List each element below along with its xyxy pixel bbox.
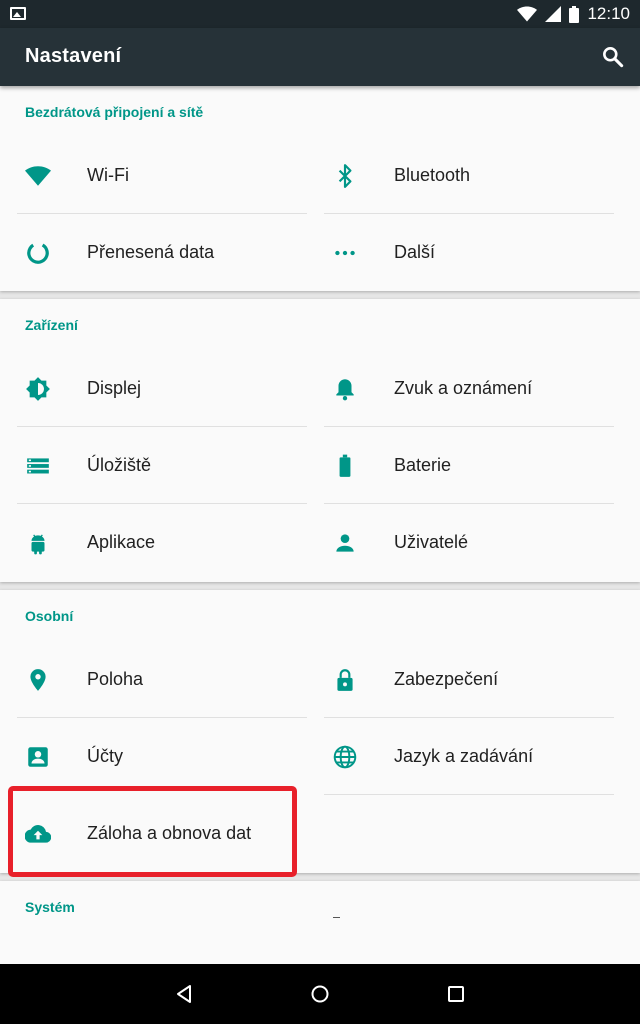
page-title: Nastavení	[25, 45, 122, 67]
tile-apps[interactable]: Aplikace	[17, 504, 307, 581]
tile-label: Jazyk a zadávání	[394, 746, 534, 766]
tile-more[interactable]: Další	[324, 214, 614, 291]
tile-bluetooth[interactable]: Bluetooth	[324, 137, 614, 214]
tile-storage[interactable]: Úložiště	[17, 427, 307, 504]
back-icon[interactable]	[172, 982, 196, 1006]
recents-icon[interactable]	[444, 982, 468, 1006]
wifi-signal-icon	[517, 6, 538, 22]
android-icon	[31, 534, 45, 555]
battery-status-icon	[569, 5, 580, 23]
section-system: Systém	[0, 881, 640, 964]
tile-label: Účty	[87, 746, 123, 766]
wifi-icon	[25, 166, 51, 186]
app-bar: Nastavení	[0, 28, 640, 86]
tile-label: Přenesená data	[87, 242, 215, 262]
tile-wifi[interactable]: Wi-Fi	[17, 137, 307, 214]
tile-label: Zvuk a oznámení	[394, 378, 533, 398]
search-icon[interactable]	[600, 44, 626, 70]
globe-icon	[333, 745, 357, 769]
image-notification-icon	[10, 7, 26, 20]
divider-mark	[333, 917, 340, 918]
section-wireless: Bezdrátová připojení a sítě Wi-Fi Blueto…	[0, 86, 640, 291]
home-icon[interactable]	[308, 982, 332, 1006]
divider	[324, 794, 614, 795]
lock-icon	[337, 669, 353, 691]
tile-language[interactable]: Jazyk a zadávání	[324, 718, 614, 795]
tile-location[interactable]: Poloha	[17, 641, 307, 718]
tile-label: Zabezpečení	[394, 669, 499, 689]
settings-list: Bezdrátová připojení a sítě Wi-Fi Blueto…	[0, 86, 640, 964]
bluetooth-icon	[338, 164, 352, 188]
tile-label: Displej	[87, 378, 142, 398]
tile-battery[interactable]: Baterie	[324, 427, 614, 504]
section-title-system: Systém	[25, 899, 75, 915]
storage-icon	[27, 458, 49, 474]
tile-security[interactable]: Zabezpečení	[324, 641, 614, 718]
section-title-personal: Osobní	[25, 608, 74, 624]
tile-sound[interactable]: Zvuk a oznámení	[324, 350, 614, 427]
tile-label: Uživatelé	[394, 532, 469, 552]
tile-label: Baterie	[394, 455, 452, 475]
section-device: Zařízení Displej Zvuk a oznámení Úložišt…	[0, 299, 640, 582]
status-clock: 12:10	[587, 4, 630, 23]
tile-label: Aplikace	[87, 532, 156, 552]
account-box-icon	[28, 747, 48, 767]
tile-data-usage[interactable]: Přenesená data	[17, 214, 307, 291]
bell-icon	[336, 379, 354, 401]
highlight-box	[8, 786, 297, 877]
status-bar: 12:10	[0, 0, 640, 28]
tile-display[interactable]: Displej	[17, 350, 307, 427]
section-title-device: Zařízení	[25, 317, 78, 333]
tile-label: Poloha	[87, 669, 144, 689]
brightness-icon	[26, 377, 50, 401]
person-icon	[336, 534, 354, 552]
tile-label: Bluetooth	[394, 165, 471, 185]
tile-label: Úložiště	[87, 455, 152, 475]
tile-accounts[interactable]: Účty	[17, 718, 307, 795]
more-icon	[335, 250, 355, 256]
battery-icon	[339, 454, 351, 477]
section-title-wireless: Bezdrátová připojení a sítě	[25, 104, 204, 120]
data-usage-icon	[27, 242, 49, 264]
location-icon	[30, 669, 46, 691]
cell-signal-icon	[545, 6, 562, 22]
tile-label: Další	[394, 242, 436, 262]
navigation-bar	[0, 964, 640, 1024]
tile-users[interactable]: Uživatelé	[324, 504, 614, 581]
tile-label: Wi-Fi	[87, 165, 129, 185]
